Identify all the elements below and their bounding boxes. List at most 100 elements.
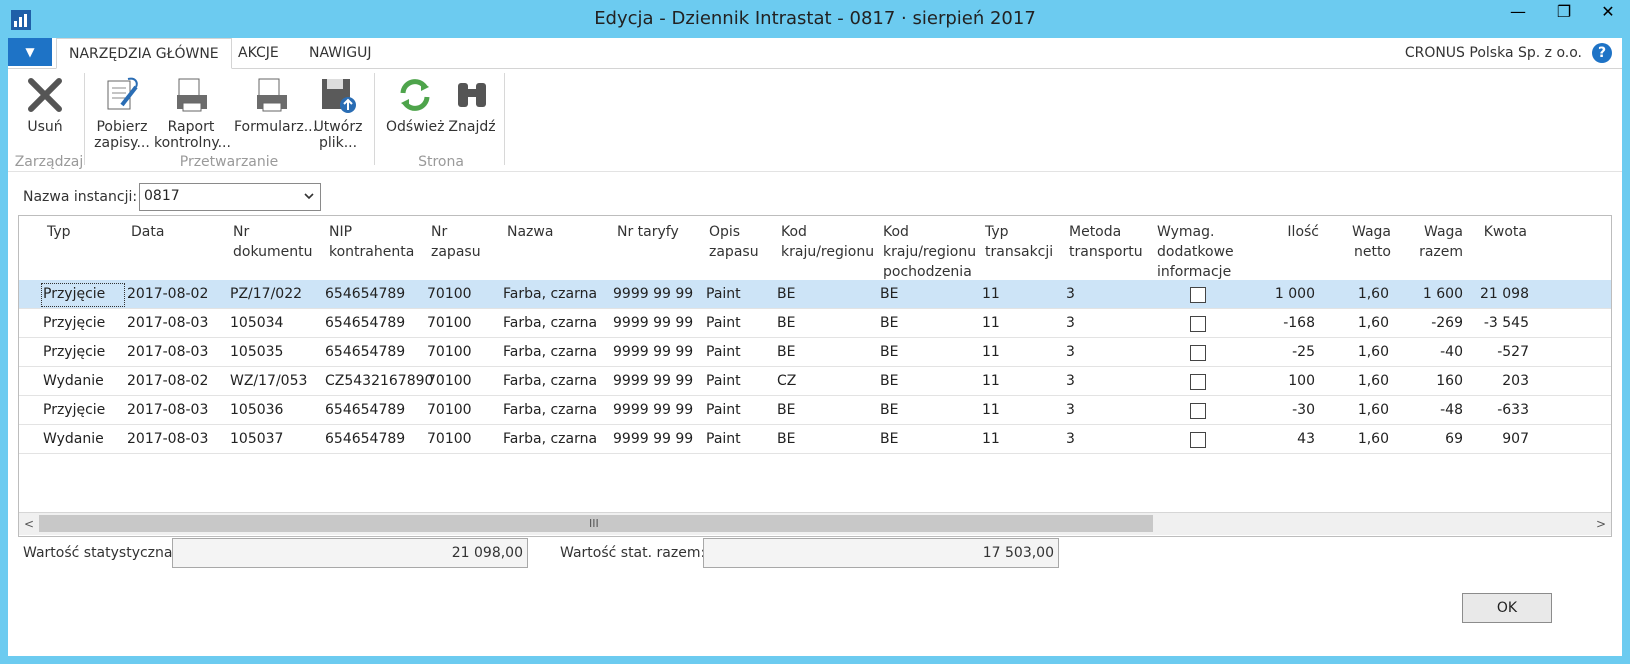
cell-country-code[interactable]: CZ — [777, 373, 796, 389]
cell-name[interactable]: Farba, czarna — [503, 344, 597, 360]
cell-amount[interactable]: -3 545 — [1469, 315, 1529, 331]
cell-item-no[interactable]: 70100 — [427, 402, 472, 418]
cell-tariff-no[interactable]: 9999 99 99 — [613, 286, 693, 302]
header-amount[interactable]: Kwota — [1479, 222, 1527, 242]
maximize-button[interactable]: ❐ — [1542, 2, 1586, 28]
cell-amount[interactable]: -527 — [1469, 344, 1529, 360]
delete-button[interactable]: Usuń — [22, 75, 68, 135]
close-button[interactable]: ✕ — [1588, 2, 1628, 28]
cell-origin-country-code[interactable]: BE — [880, 402, 898, 418]
cell-origin-country-code[interactable]: BE — [880, 373, 898, 389]
cell-total-weight[interactable]: -48 — [1413, 402, 1463, 418]
cell-transport-method[interactable]: 3 — [1066, 373, 1075, 389]
cell-transport-method[interactable]: 3 — [1066, 402, 1075, 418]
header-additional-info-required[interactable]: Wymag. dodatkowe informacje — [1157, 222, 1234, 282]
header-origin-country-code[interactable]: Kod kraju/regionu pochodzenia — [883, 222, 976, 282]
cell-document-no[interactable]: 105034 — [230, 315, 283, 331]
cell-quantity[interactable]: -25 — [1269, 344, 1315, 360]
cell-type[interactable]: Przyjęcie — [43, 344, 105, 360]
cell-item-no[interactable]: 70100 — [427, 315, 472, 331]
cell-amount[interactable]: 907 — [1469, 431, 1529, 447]
cell-date[interactable]: 2017-08-03 — [127, 315, 208, 331]
cell-quantity[interactable]: -168 — [1269, 315, 1315, 331]
cell-partner-vat[interactable]: 654654789 — [325, 315, 405, 331]
cell-total-weight[interactable]: -40 — [1413, 344, 1463, 360]
cell-transport-method[interactable]: 3 — [1066, 286, 1075, 302]
cell-origin-country-code[interactable]: BE — [880, 315, 898, 331]
table-row[interactable]: Wydanie 2017-08-02 WZ/17/053 CZ5432167890 70… — [19, 367, 1611, 396]
cell-item-description[interactable]: Paint — [706, 344, 741, 360]
cell-quantity[interactable]: 100 — [1269, 373, 1315, 389]
cell-transport-method[interactable]: 3 — [1066, 315, 1075, 331]
additional-info-checkbox[interactable] — [1190, 316, 1206, 332]
cell-transaction-type[interactable]: 11 — [982, 286, 1000, 302]
cell-net-weight[interactable]: 1,60 — [1341, 402, 1389, 418]
header-date[interactable]: Data — [131, 222, 164, 242]
tab-home[interactable]: NARZĘDZIA GŁÓWNE — [56, 38, 232, 69]
table-row[interactable]: Przyjęcie 2017-08-02 PZ/17/022 654654789 701… — [19, 280, 1611, 309]
cell-date[interactable]: 2017-08-02 — [127, 286, 208, 302]
cell-item-description[interactable]: Paint — [706, 373, 741, 389]
cell-amount[interactable]: 21 098 — [1469, 286, 1529, 302]
cell-name[interactable]: Farba, czarna — [503, 431, 597, 447]
get-entries-button[interactable]: Pobierz zapisy... — [94, 75, 150, 151]
cell-tariff-no[interactable]: 9999 99 99 — [613, 373, 693, 389]
instance-name-dropdown[interactable]: 0817 — [139, 183, 321, 211]
scroll-right-icon[interactable]: > — [1591, 513, 1611, 535]
checklist-report-button[interactable]: Raport kontrolny... — [154, 75, 231, 151]
cell-item-description[interactable]: Paint — [706, 431, 741, 447]
table-row[interactable]: Przyjęcie 2017-08-03 105036 654654789 70100 F… — [19, 396, 1611, 425]
header-quantity[interactable]: Ilość — [1279, 222, 1319, 242]
tab-actions[interactable]: AKCJE — [226, 38, 291, 67]
ok-button[interactable]: OK — [1462, 593, 1552, 623]
cell-document-no[interactable]: 105035 — [230, 344, 283, 360]
header-document-no[interactable]: Nr dokumentu — [233, 222, 313, 262]
cell-amount[interactable]: 203 — [1469, 373, 1529, 389]
cell-transaction-type[interactable]: 11 — [982, 431, 1000, 447]
cell-total-weight[interactable]: 160 — [1413, 373, 1463, 389]
cell-type[interactable]: Przyjęcie — [43, 315, 105, 331]
header-name[interactable]: Nazwa — [507, 222, 553, 242]
header-type[interactable]: Typ — [47, 222, 71, 242]
additional-info-checkbox[interactable] — [1190, 374, 1206, 390]
cell-tariff-no[interactable]: 9999 99 99 — [613, 402, 693, 418]
cell-name[interactable]: Farba, czarna — [503, 286, 597, 302]
cell-item-no[interactable]: 70100 — [427, 344, 472, 360]
cell-partner-vat[interactable]: CZ5432167890 — [325, 373, 433, 389]
cell-date[interactable]: 2017-08-02 — [127, 373, 208, 389]
cell-item-description[interactable]: Paint — [706, 402, 741, 418]
header-total-weight[interactable]: Waga razem — [1415, 222, 1463, 262]
cell-origin-country-code[interactable]: BE — [880, 286, 898, 302]
cell-transaction-type[interactable]: 11 — [982, 344, 1000, 360]
cell-date[interactable]: 2017-08-03 — [127, 344, 208, 360]
cell-document-no[interactable]: 105037 — [230, 431, 283, 447]
additional-info-checkbox[interactable] — [1190, 345, 1206, 361]
refresh-button[interactable]: Odśwież — [386, 75, 445, 135]
header-country-code[interactable]: Kod kraju/regionu — [781, 222, 874, 262]
cell-name[interactable]: Farba, czarna — [503, 315, 597, 331]
cell-country-code[interactable]: BE — [777, 315, 795, 331]
cell-type[interactable]: Przyjęcie — [43, 286, 105, 302]
cell-tariff-no[interactable]: 9999 99 99 — [613, 344, 693, 360]
cell-transport-method[interactable]: 3 — [1066, 431, 1075, 447]
cell-type[interactable]: Wydanie — [43, 373, 104, 389]
cell-net-weight[interactable]: 1,60 — [1341, 286, 1389, 302]
cell-origin-country-code[interactable]: BE — [880, 344, 898, 360]
cell-item-description[interactable]: Paint — [706, 315, 741, 331]
cell-tariff-no[interactable]: 9999 99 99 — [613, 431, 693, 447]
additional-info-checkbox[interactable] — [1190, 403, 1206, 419]
cell-quantity[interactable]: 1 000 — [1269, 286, 1315, 302]
cell-partner-vat[interactable]: 654654789 — [325, 344, 405, 360]
cell-origin-country-code[interactable]: BE — [880, 431, 898, 447]
help-icon[interactable]: ? — [1592, 43, 1612, 63]
cell-total-weight[interactable]: 69 — [1413, 431, 1463, 447]
cell-country-code[interactable]: BE — [777, 431, 795, 447]
form-button[interactable]: Formularz... — [234, 75, 317, 135]
cell-date[interactable]: 2017-08-03 — [127, 402, 208, 418]
table-row[interactable]: Przyjęcie 2017-08-03 105035 654654789 70100 F… — [19, 338, 1611, 367]
cell-net-weight[interactable]: 1,60 — [1341, 344, 1389, 360]
chevron-down-icon[interactable] — [304, 189, 314, 200]
header-item-description[interactable]: Opis zapasu — [709, 222, 759, 262]
cell-transport-method[interactable]: 3 — [1066, 344, 1075, 360]
cell-tariff-no[interactable]: 9999 99 99 — [613, 315, 693, 331]
